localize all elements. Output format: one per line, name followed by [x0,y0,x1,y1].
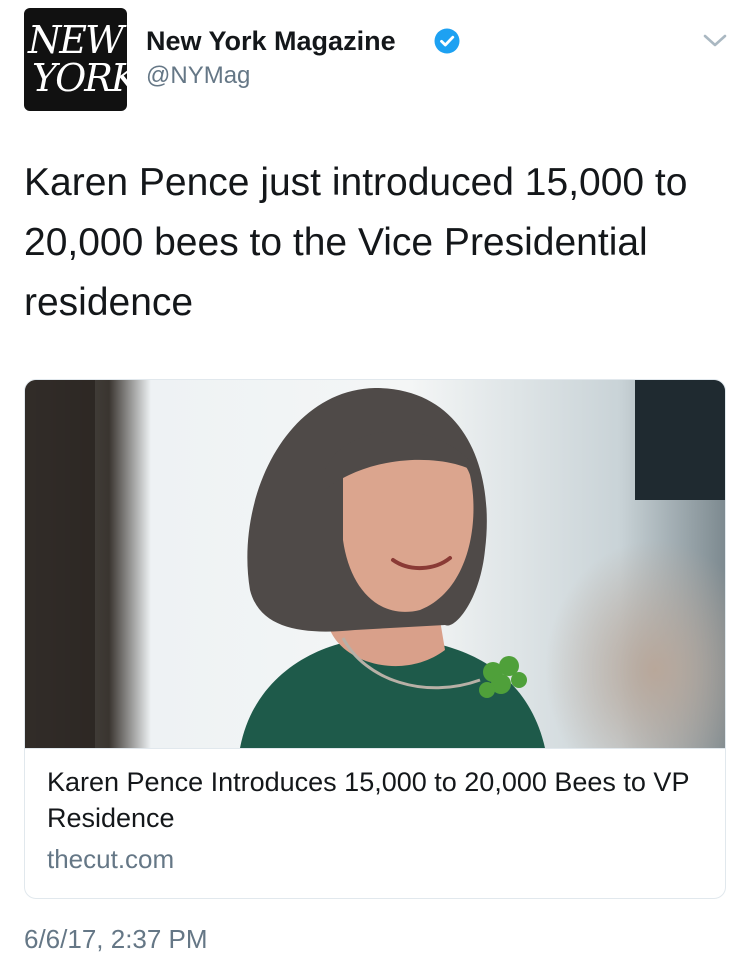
tweet-text: Karen Pence just introduced 15,000 to 20… [24,161,688,324]
tweet-timestamp[interactable]: 6/6/17, 2:37 PM [24,924,208,955]
card-domain: thecut.com [47,844,175,874]
link-card[interactable]: Karen Pence Introduces 15,000 to 20,000 … [24,379,726,899]
avatar[interactable]: NEW YORK [24,8,127,111]
card-title[interactable]: Karen Pence Introduces 15,000 to 20,000 … [47,764,707,836]
display-name[interactable]: New York Magazine [146,26,396,57]
handle[interactable]: @NYMag [146,62,250,90]
card-image[interactable] [25,380,725,749]
chevron-down-icon[interactable] [702,32,728,50]
logo-line2: YORK [32,56,127,100]
new-york-logo: NEW YORK [24,8,127,111]
verified-badge-icon [434,28,460,54]
